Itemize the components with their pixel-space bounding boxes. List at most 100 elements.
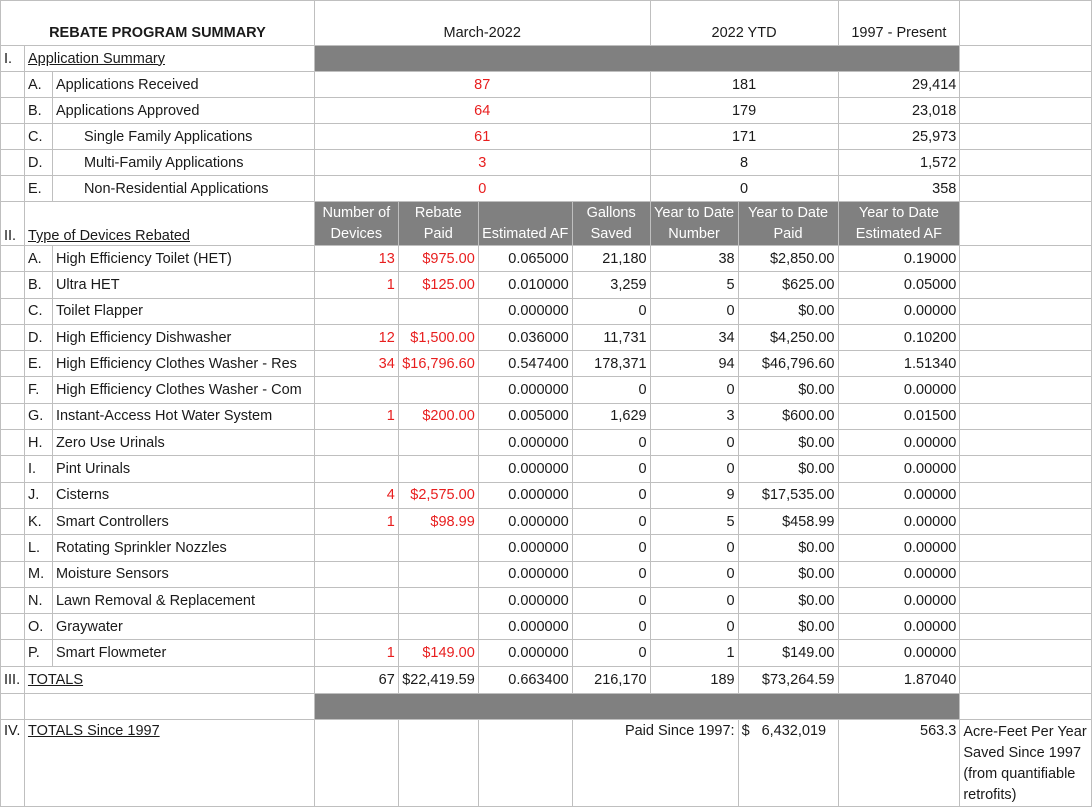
gallons-saved: 0 [571,639,651,667]
device-count [313,534,399,562]
device-row: E. High Efficiency Clothes Washer - Res 34… [0,350,1092,378]
estimated-af: 0.000000 [477,560,573,588]
device-label: Smart Controllers [51,507,315,536]
row-letter: C. [23,297,53,325]
blank-cell [959,402,1092,431]
blank-cell [959,244,1092,273]
device-label: Rotating Sprinkler Nozzles [51,534,315,562]
ytd-estimated-af: 0.10200 [837,323,961,352]
ytd-number: 0 [649,297,739,325]
blank-cell [959,429,1092,457]
ytd-paid: $458.99 [737,507,839,536]
ytd-estimated-af: 0.05000 [837,271,961,299]
row-label: Applications Received [51,71,315,98]
row-letter: M. [23,560,53,588]
ytd-estimated-af: 0.00000 [837,586,961,615]
device-row: D. High Efficiency Dishwasher 12 $1,500.00 0… [0,323,1092,352]
blank-cell [0,639,25,667]
estimated-af: 0.036000 [477,323,573,352]
month-value: 87 [313,71,651,98]
totals-ytd-number: 189 [649,665,739,694]
month-value: 61 [313,123,651,150]
rebate-paid: $975.00 [397,244,479,273]
rebate-paid: $98.99 [397,507,479,536]
rebate-paid: $200.00 [397,402,479,431]
gallons-saved: 0 [571,297,651,325]
ytd-paid: $0.00 [737,534,839,562]
blank-cell [959,175,1092,202]
device-row: C. Toilet Flapper 0.000000 0 0 $0.00 0.00000 [0,297,1092,325]
ytd-paid: $4,250.00 [737,323,839,352]
device-label: Cisterns [51,481,315,509]
device-count [313,586,399,615]
blank-cell [0,350,25,378]
row-letter: N. [23,586,53,615]
af-since-value: 563.3 [837,718,961,807]
device-count: 12 [313,323,399,352]
device-count [313,429,399,457]
gallons-saved: 0 [571,507,651,536]
blank-cell [0,297,25,325]
ytd-number: 0 [649,376,739,404]
col-header-devices: Number of Devices [313,201,399,246]
gallons-saved: 0 [571,376,651,404]
rebate-summary-sheet: REBATE PROGRAM SUMMARY March-2022 2022 Y… [0,0,1092,808]
device-label: Instant-Access Hot Water System [51,402,315,431]
rebate-paid: $1,500.00 [397,323,479,352]
col-header-af: Estimated AF [477,201,573,246]
ytd-paid: $0.00 [737,297,839,325]
blank-cell [959,560,1092,588]
rebate-paid [397,455,479,483]
ytd-number: 0 [649,455,739,483]
device-label: Lawn Removal & Replacement [51,586,315,615]
blank-cell [959,71,1092,98]
ytd-estimated-af: 0.00000 [837,534,961,562]
ytd-paid: $0.00 [737,586,839,615]
month-value: 64 [313,97,651,124]
since-value: 29,414 [837,71,961,98]
device-row: K. Smart Controllers 1 $98.99 0.000000 0 5 $458… [0,507,1092,536]
ytd-estimated-af: 0.00000 [837,507,961,536]
blank-cell [959,271,1092,299]
device-label: Pint Urinals [51,455,315,483]
device-count: 13 [313,244,399,273]
blank-cell [959,586,1092,615]
totals-count: 67 [313,665,399,694]
ytd-value: 8 [649,149,839,176]
since-value: 358 [837,175,961,202]
estimated-af: 0.005000 [477,402,573,431]
ytd-number: 1 [649,639,739,667]
blank-cell [0,175,25,202]
currency-symbol: $ [741,722,750,739]
ytd-estimated-af: 0.00000 [837,455,961,483]
application-rows: A. Applications Received 87 181 29,414 B. Appl… [0,71,1092,202]
rebate-paid [397,376,479,404]
ytd-number: 0 [649,586,739,615]
report-title: REBATE PROGRAM SUMMARY [0,0,315,46]
section-title: Application Summary [23,45,315,72]
rebate-paid [397,429,479,457]
row-letter: P. [23,639,53,667]
ytd-estimated-af: 0.00000 [837,613,961,641]
device-row: H. Zero Use Urinals 0.000000 0 0 $0.00 0.00000 [0,429,1092,457]
blank-cell [0,376,25,404]
blank-cell [959,613,1092,641]
blank-cell [0,507,25,536]
device-count [313,613,399,641]
device-count: 4 [313,481,399,509]
col-header-rebate: Rebate Paid [397,201,479,246]
ytd-estimated-af: 0.00000 [837,297,961,325]
totals-ytd-af: 1.87040 [837,665,961,694]
summary-table: REBATE PROGRAM SUMMARY March-2022 2022 Y… [0,0,1092,807]
device-label: High Efficiency Dishwasher [51,323,315,352]
blank-cell [0,97,25,124]
device-label: High Efficiency Clothes Washer - Res [51,350,315,378]
since-header: 1997 - Present [837,0,961,46]
blank-cell [959,350,1092,378]
row-letter: K. [23,507,53,536]
device-row: I. Pint Urinals 0.000000 0 0 $0.00 0.00000 [0,455,1092,483]
device-row: B. Ultra HET 1 $125.00 0.010000 3,259 5 $625.00… [0,271,1092,299]
gallons-saved: 0 [571,586,651,615]
since-value: 1,572 [837,149,961,176]
row-label: Single Family Applications [51,123,315,150]
